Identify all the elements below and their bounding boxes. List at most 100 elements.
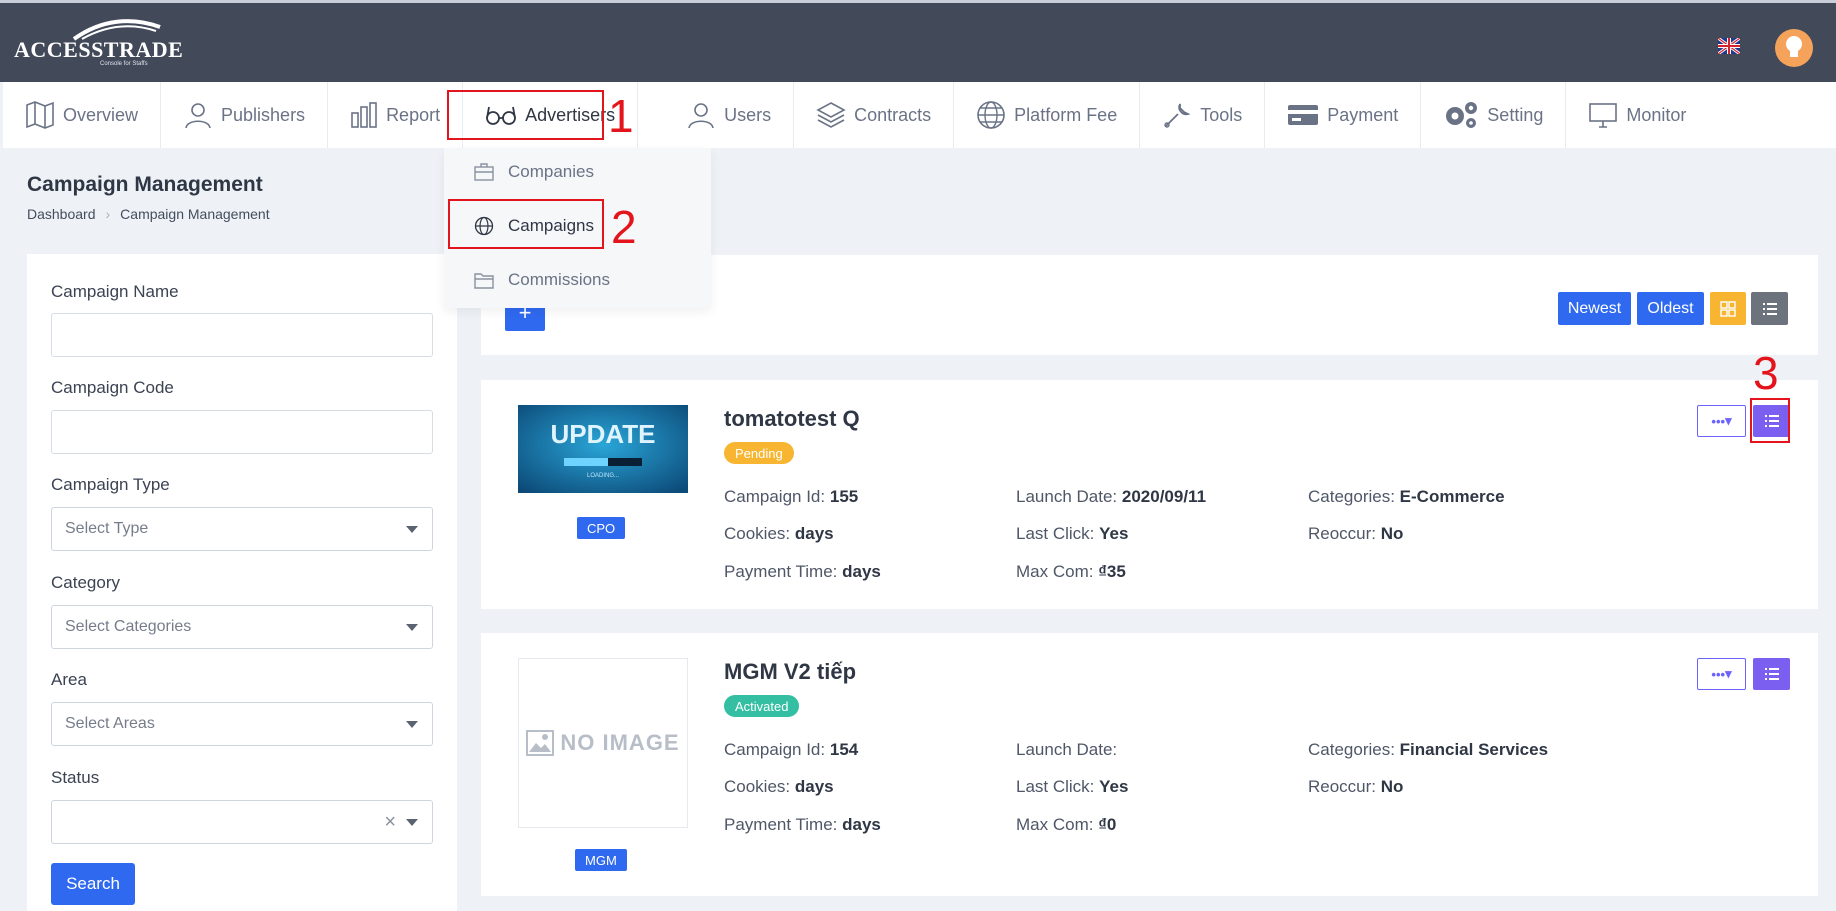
status-badge: Activated	[724, 695, 800, 717]
nav-users-label: Users	[724, 104, 772, 125]
nav-monitor[interactable]: Monitor	[1566, 82, 1708, 148]
gears-icon	[1446, 102, 1478, 128]
nav-platform-fee-label: Platform Fee	[1014, 104, 1118, 125]
chevron-right-icon: ›	[105, 206, 111, 222]
breadcrumb-dashboard[interactable]: Dashboard	[27, 206, 96, 222]
nav-report-label: Report	[386, 104, 441, 125]
launch-date-field: Launch Date: 2020/09/11	[1016, 487, 1207, 506]
cookies-field: Cookies: days	[724, 777, 834, 796]
menu-item-companies[interactable]: Companies	[474, 162, 594, 182]
categories-field: Categories: Financial Services	[1308, 740, 1549, 759]
no-image-placeholder[interactable]: NO IMAGE	[518, 658, 688, 828]
area-placeholder: Select Areas	[65, 715, 155, 732]
annotation-box-advertisers	[447, 90, 604, 140]
briefcase-icon	[474, 163, 494, 181]
campaign-thumbnail[interactable]: UPDATE LOADING...	[518, 405, 688, 493]
users-icon	[688, 103, 714, 129]
filter-panel: Campaign Name Campaign Code Campaign Typ…	[27, 254, 457, 911]
more-dots-icon: •••	[1711, 413, 1726, 429]
nav-setting[interactable]: Setting	[1421, 82, 1567, 148]
nav-tools[interactable]: Tools	[1140, 82, 1266, 148]
category-select[interactable]: Select Categories	[51, 605, 433, 649]
annotation-step-2: 2	[611, 201, 637, 253]
breadcrumb-current: Campaign Management	[120, 206, 270, 222]
status-label: Status	[51, 768, 100, 787]
campaign-detail-list-button[interactable]	[1753, 658, 1790, 690]
area-select[interactable]: Select Areas	[51, 702, 433, 746]
status-select[interactable]: ×	[51, 800, 433, 844]
reoccur-field: Reoccur: No	[1308, 524, 1404, 543]
caret-down-icon	[406, 624, 418, 631]
page-title: Campaign Management	[27, 173, 263, 196]
nav-contracts[interactable]: Contracts	[794, 82, 955, 148]
nav-contracts-label: Contracts	[854, 104, 932, 125]
payment-time-field: Payment Time: days	[724, 815, 881, 834]
menu-item-commissions-label: Commissions	[508, 270, 611, 289]
campaign-name-input[interactable]	[51, 313, 433, 357]
caret-down-icon	[406, 721, 418, 728]
monitor-icon	[1589, 103, 1618, 128]
campaign-type-badge: CPO	[577, 517, 626, 539]
nav-report[interactable]: Report	[328, 82, 464, 148]
accesstrade-logo[interactable]: ACCESSTRADE Console for Staffs	[14, 19, 183, 67]
status-badge: Pending	[724, 442, 794, 464]
campaign-title[interactable]: tomatotest Q	[724, 406, 860, 432]
payment-time-field: Payment Time: days	[724, 562, 881, 581]
category-label: Category	[51, 573, 120, 592]
campaign-type-select[interactable]: Select Type	[51, 507, 433, 551]
campaign-type-badge: MGM	[575, 849, 627, 871]
caret-down-icon	[406, 526, 418, 533]
nav-platform-fee[interactable]: Platform Fee	[954, 82, 1141, 148]
user-avatar[interactable]	[1775, 29, 1813, 67]
lightbulb-icon	[1786, 36, 1802, 57]
clear-icon[interactable]: ×	[384, 811, 396, 834]
annotation-box-campaigns	[448, 199, 604, 249]
sort-oldest-button[interactable]: Oldest	[1637, 292, 1704, 325]
more-dots-icon: •••	[1711, 666, 1726, 682]
nav-publishers-label: Publishers	[221, 104, 306, 125]
nav-publishers[interactable]: Publishers	[161, 82, 329, 148]
last-click-field: Last Click: Yes	[1016, 777, 1129, 796]
campaign-code-input[interactable]	[51, 410, 433, 454]
user-icon	[185, 103, 211, 129]
grid-icon	[1720, 300, 1736, 317]
annotation-step-1: 1	[608, 90, 634, 142]
globe-icon	[977, 101, 1005, 129]
nav-overview-label: Overview	[63, 104, 139, 125]
annotation-box-list-button	[1750, 398, 1790, 443]
annotation-step-3: 3	[1753, 347, 1779, 399]
top-bar: ACCESSTRADE Console for Staffs	[0, 0, 1836, 82]
breadcrumb: Dashboard › Campaign Management	[27, 206, 270, 222]
area-label: Area	[51, 670, 87, 689]
map-icon	[26, 101, 54, 129]
folder-icon	[474, 273, 494, 289]
nav-tools-label: Tools	[1200, 104, 1243, 125]
campaign-card: NO IMAGE MGM MGM V2 tiếp Activated Campa…	[481, 633, 1818, 896]
more-actions-button[interactable]: ••• ▾	[1697, 405, 1746, 437]
logo-subtitle: Console for Staffs	[100, 61, 148, 67]
nav-setting-label: Setting	[1487, 104, 1544, 125]
thumbnail-subtext: LOADING...	[587, 473, 619, 479]
search-button[interactable]: Search	[51, 863, 135, 905]
campaign-id-field: Campaign Id: 154	[724, 740, 859, 759]
credit-card-icon	[1288, 105, 1319, 125]
list-view-button[interactable]	[1751, 292, 1788, 325]
reoccur-field: Reoccur: No	[1308, 777, 1404, 796]
uk-flag-icon[interactable]	[1718, 38, 1740, 54]
last-click-field: Last Click: Yes	[1016, 524, 1129, 543]
nav-overview[interactable]: Overview	[3, 82, 162, 148]
menu-item-commissions[interactable]: Commissions	[474, 270, 610, 290]
more-actions-button[interactable]: ••• ▾	[1697, 658, 1746, 690]
campaign-title[interactable]: MGM V2 tiếp	[724, 659, 856, 685]
category-placeholder: Select Categories	[65, 618, 192, 635]
layers-icon	[816, 102, 846, 128]
nav-payment[interactable]: Payment	[1265, 82, 1422, 148]
image-icon	[526, 730, 555, 756]
max-com-field: Max Com: ₫35	[1016, 562, 1126, 581]
sort-newest-button[interactable]: Newest	[1558, 292, 1631, 325]
grid-view-button[interactable]	[1710, 292, 1746, 325]
campaign-id-field: Campaign Id: 155	[724, 487, 859, 506]
categories-field: Categories: E-Commerce	[1308, 487, 1505, 506]
nav-users[interactable]: Users	[638, 82, 795, 148]
wrench-icon	[1164, 103, 1191, 128]
